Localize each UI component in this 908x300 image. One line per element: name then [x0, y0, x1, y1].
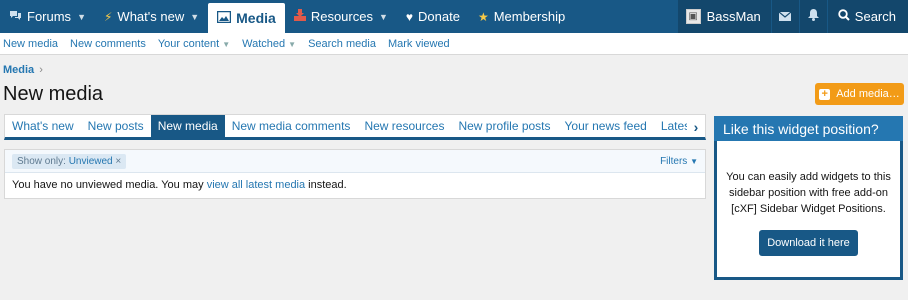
active-filter-chip[interactable]: Show only: Unviewed ×	[12, 153, 127, 169]
nav-tab-label: Resources	[310, 9, 373, 24]
image-icon	[216, 10, 232, 26]
media-list-block: Show only: Unviewed × Filters ▼ You have…	[4, 149, 706, 199]
add-media-label: Add media…	[836, 88, 900, 100]
add-media-button[interactable]: + Add media…	[815, 83, 904, 105]
star-icon: ★	[477, 9, 489, 24]
widget-title: Like this widget position?	[714, 116, 903, 141]
subnav-search-media[interactable]: Search media	[308, 38, 376, 50]
nav-tab-donate[interactable]: ♥ Donate	[397, 0, 469, 33]
account-link[interactable]: ▣ BassMan	[677, 0, 771, 33]
subnav-new-media[interactable]: New media	[3, 38, 58, 50]
message-text: You have no unviewed media. You may	[12, 179, 207, 191]
tab-new-media[interactable]: New media	[150, 115, 225, 137]
subnav-label: Watched	[242, 37, 286, 50]
download-icon	[293, 9, 306, 24]
page-title: New media	[3, 83, 104, 105]
tab-your-news-feed[interactable]: Your news feed	[558, 115, 654, 137]
tab-new-posts[interactable]: New posts	[81, 115, 151, 137]
filter-bar: Show only: Unviewed × Filters ▼	[5, 150, 705, 173]
username: BassMan	[706, 9, 761, 24]
chevron-right-icon[interactable]: ›	[687, 115, 705, 137]
alerts-button[interactable]	[799, 0, 827, 33]
nav-tab-forums[interactable]: Forums ▼	[0, 0, 95, 33]
search-label: Search	[854, 9, 896, 24]
download-button[interactable]: Download it here	[759, 230, 858, 256]
nav-tab-label: Donate	[418, 9, 460, 24]
nav-tab-label: Media	[236, 10, 276, 26]
filter-label: Show only:	[17, 155, 66, 167]
tab-new-media-comments[interactable]: New media comments	[225, 115, 358, 137]
heart-icon: ♥	[405, 9, 414, 24]
search-icon	[838, 9, 850, 24]
tab-new-profile-posts[interactable]: New profile posts	[451, 115, 557, 137]
nav-tab-label: Membership	[493, 9, 566, 24]
nav-tab-label: Forums	[27, 9, 72, 24]
nav-tab-whats-new[interactable]: ⚡ What's new ▼	[95, 0, 208, 33]
breadcrumb-media[interactable]: Media	[3, 64, 34, 76]
subnav-watched[interactable]: Watched ▼	[242, 38, 296, 50]
avatar: ▣	[685, 9, 701, 24]
filter-value: Unviewed	[68, 155, 113, 167]
chevron-down-icon: ▼	[77, 11, 86, 22]
chevron-down-icon: ▼	[690, 156, 698, 166]
filters-label: Filters	[660, 155, 688, 167]
nav-user-area: ▣ BassMan Search	[677, 0, 908, 33]
nav-tab-membership[interactable]: ★ Membership	[469, 0, 574, 33]
top-navigation: Forums ▼ ⚡ What's new ▼ Media Resources …	[0, 0, 908, 33]
view-latest-media-link[interactable]: view all latest media	[207, 179, 305, 191]
plus-square-icon: +	[819, 88, 831, 100]
empty-message: You have no unviewed media. You may view…	[5, 173, 705, 197]
sub-navigation: New media New comments Your content ▼ Wat…	[0, 33, 908, 55]
nav-tab-media[interactable]: Media	[208, 3, 285, 33]
comments-icon	[9, 10, 22, 24]
sidebar-widget: Like this widget position? You can easil…	[714, 116, 903, 280]
widget-body: You can easily add widgets to this sideb…	[717, 141, 900, 256]
inbox-button[interactable]	[771, 0, 799, 33]
bell-icon	[807, 9, 819, 24]
filters-button[interactable]: Filters ▼	[660, 156, 698, 167]
widget-text: You can easily add widgets to this sideb…	[726, 171, 891, 215]
chevron-down-icon: ▼	[288, 39, 297, 49]
chevron-right-icon: ›	[39, 64, 43, 76]
tab-whats-new[interactable]: What's new	[5, 115, 81, 137]
message-text-end: instead.	[305, 179, 347, 191]
remove-filter-icon[interactable]: ×	[115, 156, 121, 167]
search-button[interactable]: Search	[827, 0, 908, 33]
subnav-your-content[interactable]: Your content ▼	[158, 38, 230, 50]
subnav-new-comments[interactable]: New comments	[70, 38, 146, 50]
chevron-down-icon: ▼	[190, 11, 200, 22]
chevron-down-icon: ▼	[222, 39, 231, 49]
whats-new-tabs: What's new New posts New media New media…	[4, 114, 706, 140]
subnav-mark-viewed[interactable]: Mark viewed	[388, 38, 450, 50]
envelope-icon	[778, 9, 792, 24]
nav-tab-label: What's new	[117, 9, 185, 24]
subnav-label: Your content	[157, 37, 220, 50]
tab-new-resources[interactable]: New resources	[357, 115, 451, 137]
bolt-icon: ⚡	[103, 9, 113, 24]
breadcrumb: Media ›	[3, 64, 43, 76]
nav-tab-resources[interactable]: Resources ▼	[285, 0, 397, 33]
chevron-down-icon: ▼	[378, 11, 388, 22]
